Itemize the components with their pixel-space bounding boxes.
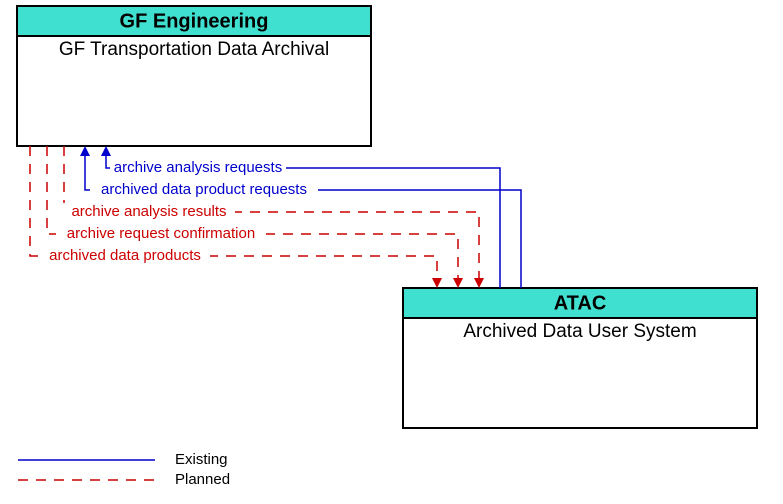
- node-atac: ATAC Archived Data User System: [403, 288, 757, 428]
- legend-existing-label: Existing: [175, 451, 228, 468]
- architecture-diagram: GF Engineering GF Transportation Data Ar…: [0, 0, 783, 504]
- legend-planned-label: Planned: [175, 471, 230, 488]
- node-gf-engineering: GF Engineering GF Transportation Data Ar…: [17, 6, 371, 146]
- flow-label: archived data product requests: [101, 181, 307, 198]
- flow-label: archive analysis results: [71, 203, 226, 220]
- flow-label: archived data products: [49, 247, 201, 264]
- node-title: GF Transportation Data Archival: [59, 39, 329, 60]
- node-title: Archived Data User System: [463, 321, 696, 342]
- node-header: GF Engineering: [120, 10, 269, 32]
- flow-label: archive analysis requests: [114, 159, 282, 176]
- node-header: ATAC: [554, 292, 607, 314]
- flow-label: archive request confirmation: [67, 225, 255, 242]
- legend: Existing Planned: [18, 451, 230, 488]
